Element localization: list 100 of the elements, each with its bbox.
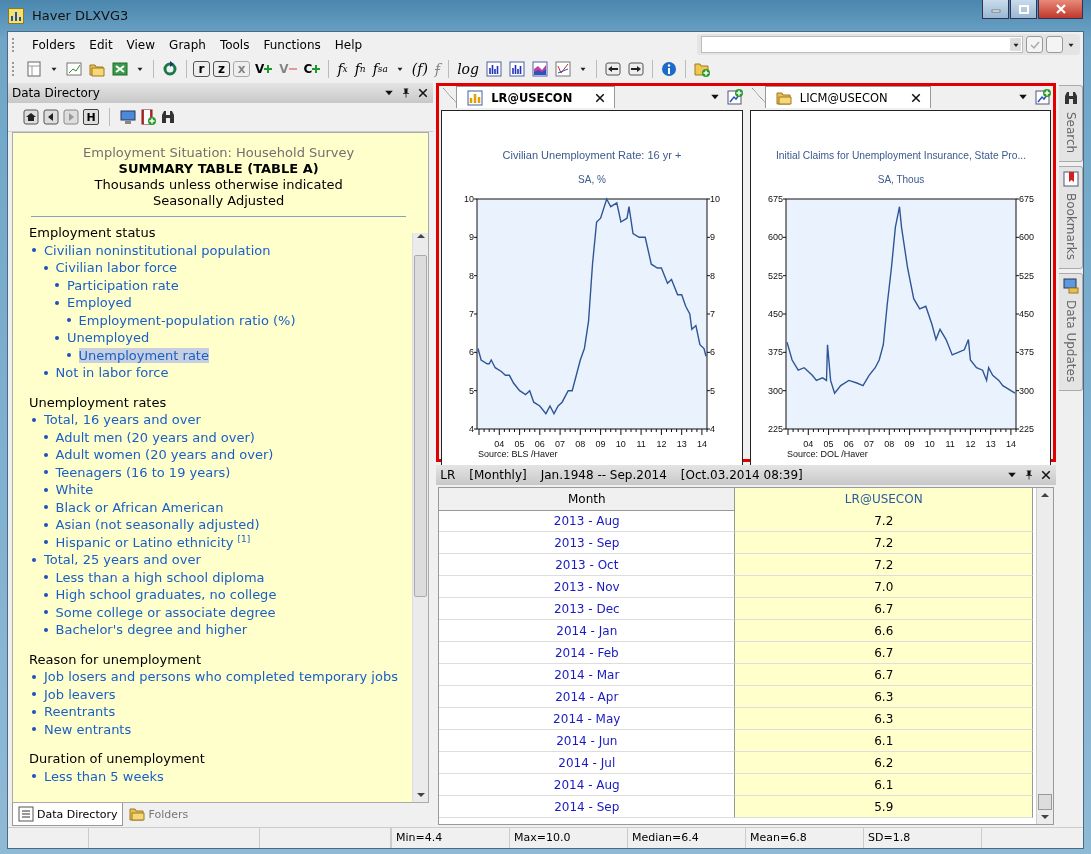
- menu-item[interactable]: Help: [327, 34, 370, 55]
- close-icon[interactable]: [909, 91, 922, 104]
- menu-item[interactable]: Edit: [82, 34, 120, 55]
- line-chart-icon[interactable]: [66, 61, 82, 77]
- tree-link[interactable]: Job losers and persons who completed temporary jobs: [44, 669, 398, 685]
- tree-link[interactable]: Adult women (20 years and over): [55, 447, 274, 463]
- x-tick-label: 05: [514, 439, 525, 449]
- refresh-icon[interactable]: [162, 61, 178, 77]
- toolbar-button[interactable]: (f): [409, 59, 430, 79]
- chart-tab[interactable]: LR@USECON: [456, 86, 616, 108]
- app-logo-icon: [8, 7, 24, 24]
- section-heading: Duration of unemployment: [29, 750, 206, 768]
- info-icon[interactable]: [661, 61, 677, 77]
- binoculars-icon: [1062, 90, 1079, 106]
- toolbar-button[interactable]: C: [301, 59, 323, 79]
- book-add-icon[interactable]: [140, 109, 156, 125]
- tree-link[interactable]: Asian (not seasonally adjusted): [55, 517, 260, 533]
- toolbar-button[interactable]: log: [455, 59, 481, 79]
- tree-link[interactable]: Total, 16 years and over: [44, 412, 201, 428]
- folder-icon: [129, 806, 146, 822]
- table-cell: 6.3: [735, 708, 1034, 730]
- x-tick-label: 07: [555, 439, 566, 449]
- tree-link[interactable]: Hispanic or Latino ethnicity $^{[1]}$: [55, 534, 251, 551]
- binoculars-icon[interactable]: [160, 109, 176, 125]
- scroll-down-icon[interactable]: [1041, 814, 1050, 820]
- scroll-down-icon[interactable]: [416, 792, 425, 798]
- tree-link[interactable]: Total, 25 years and over: [44, 552, 201, 568]
- right-axis-label: 300: [1018, 385, 1034, 396]
- tree-link[interactable]: Teenagers (16 to 19 years): [55, 464, 231, 480]
- scroll-up-icon[interactable]: [416, 233, 425, 239]
- folders-icon[interactable]: [89, 61, 105, 77]
- toolbar-button[interactable]: H: [83, 109, 99, 125]
- toolbar-button[interactable]: r: [193, 61, 210, 77]
- maximize-button[interactable]: [1010, 0, 1037, 19]
- menu-item[interactable]: Folders: [25, 34, 83, 55]
- scroll-thumb[interactable]: [1038, 794, 1053, 810]
- close-icon[interactable]: [1040, 469, 1053, 481]
- tree-link[interactable]: Not in labor force: [55, 365, 169, 381]
- tree-link[interactable]: White: [55, 482, 94, 498]
- y-tick-label: 525: [767, 270, 783, 281]
- column-header[interactable]: Month: [439, 488, 736, 511]
- column-header[interactable]: LR@USECON: [735, 488, 1034, 511]
- menu-item[interactable]: Tools: [212, 34, 257, 55]
- scroll-thumb[interactable]: [414, 255, 428, 597]
- x-tick-label: 13: [676, 439, 687, 449]
- tree-link[interactable]: New entrants: [44, 721, 132, 737]
- tree-link[interactable]: Participation rate: [67, 277, 179, 293]
- scatter-chart-icon[interactable]: [555, 61, 571, 77]
- toolbar-button[interactable]: V: [253, 59, 275, 79]
- scrollbar[interactable]: [1036, 488, 1054, 824]
- table-cell: 2013 - Nov: [439, 576, 736, 598]
- tree-link[interactable]: Less than 5 weeks: [44, 768, 164, 784]
- side-tab[interactable]: Data Updates: [1059, 273, 1083, 392]
- x-tick-label: 10: [615, 439, 626, 449]
- tree-link[interactable]: Adult men (20 years and over): [55, 429, 255, 445]
- minimize-button[interactable]: [982, 0, 1009, 19]
- close-button[interactable]: [1038, 0, 1083, 19]
- spreadsheet-icon[interactable]: [112, 61, 128, 77]
- x-tick-label: 04: [494, 439, 505, 449]
- right-axis-label: 8: [710, 270, 716, 281]
- chart-tab[interactable]: LICM@USECON: [764, 86, 931, 108]
- tree-link[interactable]: Unemployment rate: [78, 347, 209, 363]
- combo-field[interactable]: [701, 36, 1023, 53]
- menu-item[interactable]: Functions: [256, 34, 328, 55]
- scrollbar[interactable]: [412, 233, 429, 802]
- side-tab[interactable]: Search: [1059, 85, 1083, 163]
- y-tick-label: 375: [767, 347, 783, 358]
- back-icon[interactable]: [43, 109, 59, 125]
- tree-link[interactable]: Some college or associate degree: [55, 604, 276, 620]
- panel-tab[interactable]: Data Directory: [12, 803, 124, 826]
- tree-link[interactable]: Bachelor's degree and higher: [55, 622, 248, 638]
- toolbar-button[interactable]: z: [213, 61, 230, 77]
- tree-link[interactable]: Job leavers: [44, 686, 116, 702]
- close-icon[interactable]: [417, 87, 430, 99]
- y-tick-label: 450: [767, 309, 783, 319]
- area-chart-icon[interactable]: [532, 61, 548, 77]
- tree-link[interactable]: Civilian labor force: [55, 260, 178, 276]
- tree-link[interactable]: High school graduates, no college: [55, 587, 277, 603]
- bar-chart-icon[interactable]: [486, 61, 502, 77]
- menu-item[interactable]: Graph: [162, 34, 213, 55]
- bar-chart-icon[interactable]: [509, 61, 525, 77]
- side-tab[interactable]: Bookmarks: [1059, 166, 1083, 270]
- menu-item[interactable]: View: [119, 34, 163, 55]
- tree-link[interactable]: Reentrants: [44, 704, 116, 720]
- folder-add-icon[interactable]: [694, 61, 710, 77]
- close-icon[interactable]: [594, 91, 607, 104]
- tree-link[interactable]: Black or African American: [55, 499, 224, 515]
- tree-link[interactable]: Employed: [67, 295, 132, 311]
- tree-link[interactable]: Less than a high school diploma: [55, 569, 265, 585]
- monitor-icon[interactable]: [120, 109, 136, 125]
- tree-link[interactable]: Employment-population ratio (%): [78, 312, 296, 328]
- home-icon[interactable]: [23, 109, 39, 125]
- check-button[interactable]: [1026, 36, 1043, 53]
- tree-link[interactable]: Unemployed: [67, 330, 150, 346]
- scroll-up-icon[interactable]: [1041, 492, 1050, 498]
- chart-add-icon[interactable]: [1035, 89, 1052, 105]
- panel-tab[interactable]: Folders: [123, 803, 195, 826]
- chart-source: Source: DOL /Haver: [786, 449, 868, 459]
- tree-link[interactable]: Civilian noninstitutional population: [44, 242, 271, 258]
- chart-add-icon[interactable]: [726, 89, 743, 105]
